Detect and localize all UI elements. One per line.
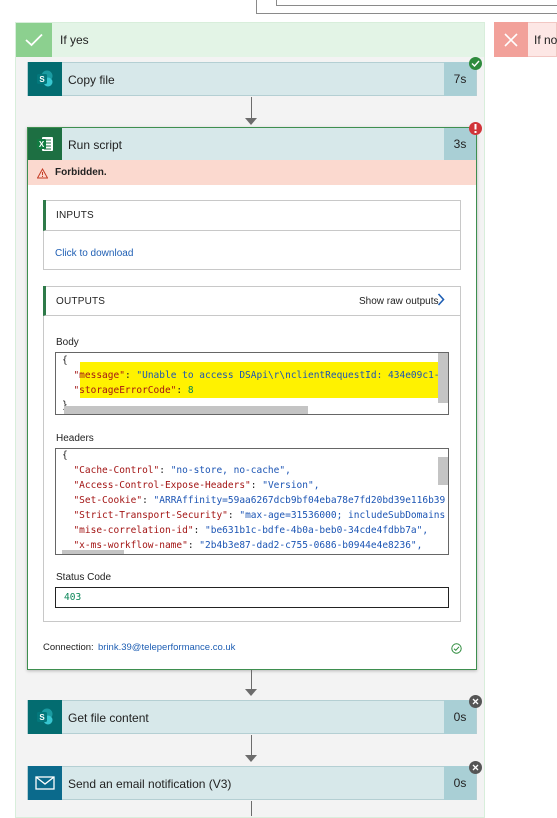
headers-vertical-scrollbar[interactable] [438, 457, 448, 485]
svg-text:X: X [39, 140, 45, 149]
code-value: "Version", [262, 480, 320, 491]
action-title-send-email: Send an email notification (V3) [68, 777, 232, 791]
skipped-icon [469, 761, 482, 774]
body-label: Body [56, 337, 79, 348]
connection-ok-icon [451, 641, 462, 659]
body-code-box[interactable]: { "message": "Unable to access DSApi\r\n… [55, 352, 449, 415]
code-separator: : [227, 510, 240, 521]
outputs-title: OUTPUTS [56, 296, 106, 307]
code-separator: : [142, 495, 154, 506]
code-line: "Strict-Transport-Security": "max-age=31… [62, 508, 445, 523]
action-title-copy-file: Copy file [68, 73, 115, 87]
show-raw-outputs-link[interactable]: Show raw outputs [359, 296, 439, 307]
code-line: "storageErrorCode": 8 [62, 383, 445, 398]
connector-line [251, 97, 252, 118]
headers-code-lines: { "Cache-Control": "no-store, no-cache",… [62, 449, 445, 554]
action-title-get-file-content: Get file content [68, 711, 149, 725]
code-separator: : [124, 370, 137, 381]
warning-icon [36, 166, 49, 184]
inputs-title: INPUTS [56, 210, 94, 221]
inputs-section-header[interactable] [43, 200, 461, 231]
code-separator: : [193, 525, 206, 536]
code-value: "ARRAffinity=59aa6267dcb9bf04eba78e7fd20… [153, 495, 446, 506]
sharepoint-icon: S [28, 62, 62, 96]
code-key: "Access-Control-Expose-Headers" [73, 480, 251, 491]
code-separator: : [187, 540, 200, 551]
code-separator: : [159, 465, 171, 476]
arrow-down-icon [245, 755, 257, 762]
arrow-down-icon [245, 689, 257, 696]
code-value: "Unable to access DSApi\r\nclientRequest… [136, 370, 446, 381]
code-key: "Cache-Control" [73, 465, 160, 476]
body-vertical-scrollbar[interactable] [438, 353, 448, 403]
connector-line [251, 670, 252, 689]
connection-label: Connection: [43, 642, 94, 653]
error-message: Forbidden. [55, 167, 107, 178]
chevron-right-icon[interactable] [437, 293, 445, 311]
code-line: "message": "Unable to access DSApi\r\ncl… [62, 368, 445, 383]
code-key: "mise-correlation-id" [73, 525, 194, 536]
headers-code-box[interactable]: { "Cache-Control": "no-store, no-cache",… [55, 448, 449, 555]
if-yes-label: If yes [60, 33, 89, 47]
code-line: "Set-Cookie": "ARRAffinity=59aa6267dcb9b… [62, 493, 445, 508]
sharepoint-icon: S [28, 700, 62, 734]
connector-line [251, 735, 252, 755]
mail-icon [28, 766, 62, 800]
svg-text:S: S [39, 75, 45, 84]
excel-icon: X [28, 128, 62, 160]
code-key: "Strict-Transport-Security" [73, 510, 228, 521]
status-code-label: Status Code [56, 572, 112, 583]
error-icon [469, 122, 482, 135]
parent-container-inner-border [276, 0, 557, 6]
close-icon [494, 22, 528, 57]
code-separator: : [176, 385, 188, 396]
code-key: "Set-Cookie" [73, 495, 143, 506]
code-brace: { [62, 450, 68, 461]
click-to-download-link[interactable]: Click to download [55, 248, 133, 259]
code-line: "Cache-Control": "no-store, no-cache", [62, 463, 445, 478]
arrow-down-icon [245, 118, 257, 125]
action-title-run-script: Run script [68, 138, 123, 152]
code-value: "2b4b3e87-dad2-c755-0686-b0944e4e8236", [199, 540, 423, 551]
status-code-value: 403 [55, 587, 449, 608]
checkmark-icon [16, 23, 52, 57]
code-value: "max-age=31536000; includeSubDomains [239, 510, 446, 521]
code-separator: : [250, 480, 263, 491]
body-code-lines: { "message": "Unable to access DSApi\r\n… [62, 353, 445, 413]
headers-label: Headers [56, 433, 94, 444]
success-check-icon [469, 57, 482, 70]
connection-value[interactable]: brink.39@teleperformance.co.uk [98, 642, 235, 653]
if-no-label: If no [534, 33, 557, 47]
code-line: { [62, 449, 445, 463]
code-line: "mise-correlation-id": "be631b1c-bdfe-4b… [62, 523, 445, 538]
code-line: { [62, 353, 445, 368]
code-key: "storageErrorCode" [73, 385, 177, 396]
code-value: "no-store, no-cache", [170, 465, 291, 476]
code-value: "be631b1c-bdfe-4b0a-beb0-34cde4fdbb7a", [205, 525, 429, 536]
headers-horizontal-scrollbar[interactable] [62, 550, 124, 554]
code-brace: { [62, 355, 68, 366]
skipped-icon [469, 695, 482, 708]
body-horizontal-scrollbar[interactable] [64, 406, 308, 414]
code-key: "message" [73, 370, 125, 381]
code-line: "Access-Control-Expose-Headers": "Versio… [62, 478, 445, 493]
code-value: 8 [187, 385, 194, 396]
svg-text:S: S [39, 713, 45, 722]
connector-line [251, 801, 252, 816]
